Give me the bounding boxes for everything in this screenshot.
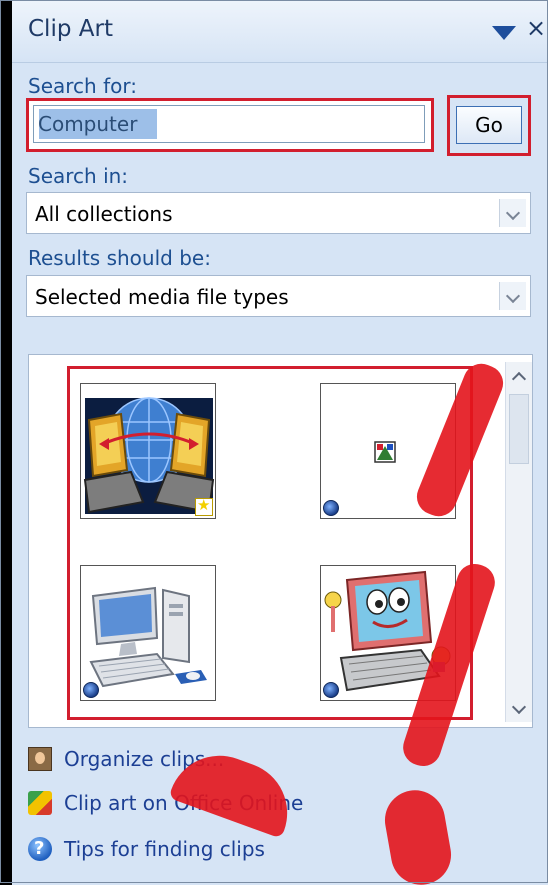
panel-frame [0,0,548,883]
